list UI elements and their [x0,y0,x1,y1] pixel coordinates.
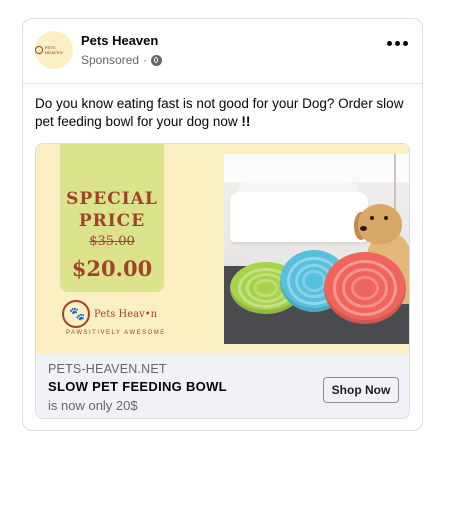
old-price: $35.00 [89,234,135,249]
paw-icon: 🐾 [62,300,90,328]
post-message-emphasis: !! [241,114,251,129]
globe-icon [151,54,163,66]
bowl-ring [351,275,379,301]
sponsored-post-card: PETS HEAVEN Pets Heaven Sponsored · Do y… [22,18,423,431]
new-price: $20.00 [71,256,153,281]
brand-tagline: PAWSITIVELY AWESOME [66,330,166,336]
avatar-logo: PETS HEAVEN [35,45,73,55]
special-label: SPECIAL [66,189,158,209]
product-photo [224,154,409,344]
bowl-ring [253,279,279,297]
link-preview[interactable]: PETS-HEAVEN.NET SLOW PET FEEDING BOWL is… [36,354,409,418]
post-body-text: Do you know eating fast is not good for … [35,95,410,131]
bowl-ring [302,270,326,292]
more-options-icon[interactable] [387,41,408,46]
link-description: is now only 20$ [48,398,138,413]
page-name[interactable]: Pets Heaven [81,33,158,48]
separator-dot: · [143,53,148,67]
price-panel: SPECIAL PRICE $35.00 $20.00 [60,144,164,292]
special-price-heading: SPECIAL PRICE [60,188,164,232]
post-message: Do you know eating fast is not good for … [35,96,404,129]
avatar-logo-text: PETS HEAVEN [44,45,63,55]
ad-creative[interactable]: SPECIAL PRICE $35.00 $20.00 🐾 Pets Heav•… [35,143,410,419]
shop-now-button[interactable]: Shop Now [323,377,399,403]
sofa-illustration [230,192,368,242]
brand-logo: 🐾 Pets Heav•n [62,300,157,328]
link-headline[interactable]: SLOW PET FEEDING BOWL [48,379,227,394]
sponsored-row: Sponsored · [81,53,163,67]
page-avatar[interactable]: PETS HEAVEN [35,31,73,69]
post-header: PETS HEAVEN Pets Heaven Sponsored · [23,19,422,84]
price-label: PRICE [78,211,146,231]
paw-logo-icon [35,46,43,54]
brand-name: Pets Heav•n [94,308,158,320]
red-bowl-illustration [324,252,406,324]
sponsored-label[interactable]: Sponsored [81,53,139,67]
ad-image[interactable]: SPECIAL PRICE $35.00 $20.00 🐾 Pets Heav•… [36,144,409,354]
link-domain: PETS-HEAVEN.NET [48,362,167,376]
